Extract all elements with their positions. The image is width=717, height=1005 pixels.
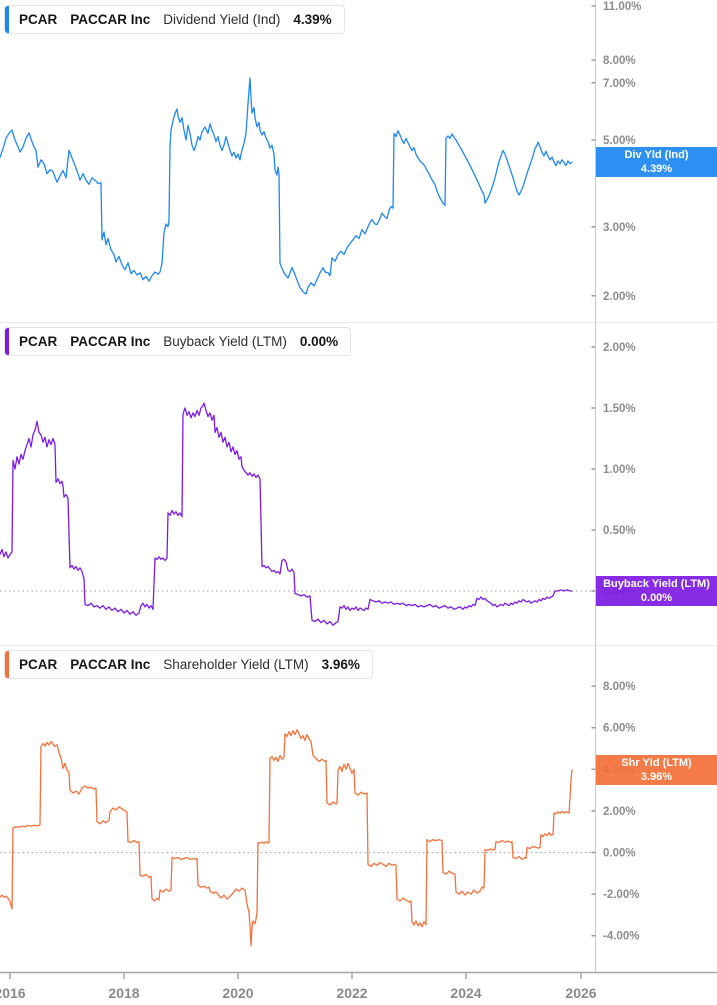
last-value-badge-shareholder-yield[interactable]: Shr Yld (LTM) 3.96% bbox=[596, 755, 717, 786]
y-axis-tick-label: 6.00% bbox=[603, 723, 636, 735]
y-axis-tick-label: 0.50% bbox=[603, 525, 636, 537]
legend-chip-buyback-yield[interactable]: PCAR PACCAR Inc Buyback Yield (LTM) 0.00… bbox=[4, 327, 352, 356]
legend-metric-label: Dividend Yield (Ind) bbox=[163, 12, 281, 27]
legend-current-value: 3.96% bbox=[321, 657, 360, 672]
badge-value: 4.39% bbox=[640, 163, 673, 176]
y-axis-tick-label: 8.00% bbox=[603, 681, 636, 693]
y-axis-tick-label: 2.00% bbox=[603, 291, 636, 303]
badge-metric-label: Div Yld (Ind) bbox=[624, 148, 689, 161]
y-axis-tick-label: 0.00% bbox=[603, 848, 636, 860]
y-axis-tick-label: 5.00% bbox=[603, 135, 636, 147]
x-axis-tick-label: 2020 bbox=[222, 985, 253, 1001]
legend-ticker: PCAR bbox=[19, 334, 58, 349]
y-axis-tick-label: 2.00% bbox=[603, 806, 636, 818]
x-axis-tick-label: 2022 bbox=[336, 985, 367, 1001]
legend-ticker: PCAR bbox=[19, 657, 58, 672]
y-axis-tick-label: 11.00% bbox=[603, 1, 641, 13]
badge-metric-label: Shr Yld (LTM) bbox=[621, 756, 692, 769]
x-axis-tick-label: 2018 bbox=[108, 985, 139, 1001]
x-axis-tick-label: 2026 bbox=[565, 985, 596, 1001]
legend-current-value: 4.39% bbox=[293, 12, 332, 27]
last-value-badge-buyback-yield[interactable]: Buyback Yield (LTM) 0.00% bbox=[596, 576, 717, 606]
y-axis-tick-label: 2.00% bbox=[603, 342, 636, 354]
y-axis-tick-label: 8.00% bbox=[603, 55, 636, 67]
y-axis-tick-label: 7.00% bbox=[603, 78, 636, 90]
y-axis-tick-label: 3.00% bbox=[603, 222, 636, 234]
series-line-dividend-yield bbox=[0, 77, 573, 295]
legend-current-value: 0.00% bbox=[299, 334, 339, 349]
x-axis-tick-label: 2016 bbox=[0, 985, 26, 1001]
legend-metric-label: Shareholder Yield (LTM) bbox=[163, 657, 309, 672]
legend-company-name: PACCAR Inc bbox=[70, 12, 151, 27]
series-line-buyback-yield bbox=[0, 402, 573, 626]
legend-company-name: PACCAR Inc bbox=[70, 657, 151, 672]
last-value-badge-dividend-yield[interactable]: Div Yld (Ind) 4.39% bbox=[596, 147, 717, 178]
y-axis-tick-label: -4.00% bbox=[603, 931, 639, 943]
legend-chip-shareholder-yield[interactable]: PCAR PACCAR Inc Shareholder Yield (LTM) … bbox=[4, 650, 373, 679]
badge-value: 0.00% bbox=[640, 592, 673, 604]
chart-workspace: 2016 2018 2020 2022 2024 2026 11.00% 8.00% 7.00%… bbox=[0, 0, 717, 1005]
legend-chip-dividend-yield[interactable]: PCAR PACCAR Inc Dividend Yield (Ind) 4.3… bbox=[4, 5, 345, 34]
x-axis-tick-label: 2024 bbox=[450, 985, 481, 1001]
y-axis-tick-label: -2.00% bbox=[603, 889, 639, 901]
series-line-shareholder-yield bbox=[0, 729, 573, 947]
legend-metric-label: Buyback Yield (LTM) bbox=[163, 334, 287, 349]
y-axis-tick-label: 1.50% bbox=[603, 403, 636, 415]
legend-company-name: PACCAR Inc bbox=[70, 334, 151, 349]
y-axis-tick-label: 1.00% bbox=[603, 464, 636, 476]
badge-metric-label: Buyback Yield (LTM) bbox=[603, 577, 710, 590]
badge-value: 3.96% bbox=[640, 771, 673, 784]
legend-ticker: PCAR bbox=[19, 12, 58, 27]
